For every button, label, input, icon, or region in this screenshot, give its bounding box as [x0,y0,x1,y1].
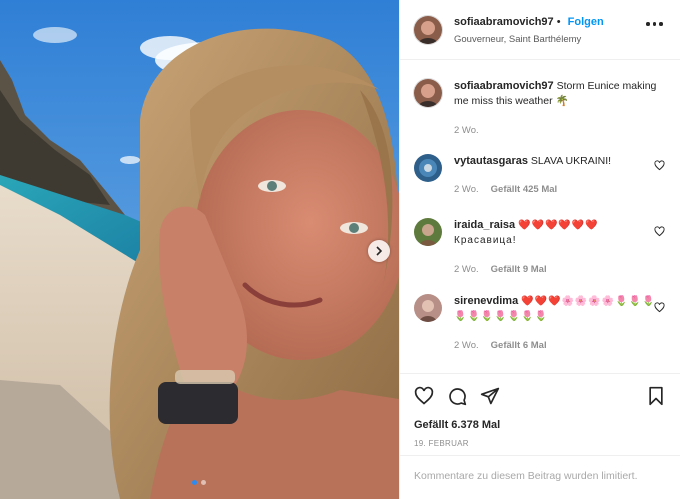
comment-username[interactable]: vytautasgaras [454,155,528,167]
post-window: sofiaabramovich97 • Folgen Gouverneur, S… [0,0,680,499]
post-caption: sofiaabramovich97 Storm Eunice making me… [414,77,674,157]
heart-icon[interactable] [654,160,665,171]
next-image-button[interactable] [368,240,390,262]
post-actions: Gefällt 6.378 Mal 19. FEBRUAR [400,373,680,463]
post-side-panel: sofiaabramovich97 • Folgen Gouverneur, S… [399,0,680,499]
comment-likes[interactable]: Gefällt 9 Mal [491,264,547,275]
author-avatar[interactable] [414,79,442,107]
comment-time[interactable]: 2 Wo. [454,184,479,195]
comment-item: iraida_raisa ❤️❤️❤️❤️❤️❤️ Красавица! 2 W… [414,216,674,286]
comment-likes[interactable]: Gefällt 6 Mal [491,340,547,351]
post-photo [0,0,399,499]
post-likes[interactable]: Gefällt 6.378 Mal [414,419,500,431]
carousel-indicator [192,480,206,485]
comment-icon[interactable] [447,386,467,406]
caption-username[interactable]: sofiaabramovich97 [454,80,554,92]
commenter-avatar[interactable] [414,218,442,246]
share-icon[interactable] [480,386,500,406]
comment-username[interactable]: sirenevdima [454,295,518,307]
author-username[interactable]: sofiaabramovich97 [454,16,554,28]
chevron-right-icon [376,246,383,256]
comment-item: vytautasgaras SLAVA UKRAINI! 2 Wo. Gefäll… [414,152,674,212]
heart-icon[interactable] [654,302,665,313]
comments-limited-notice: Kommentare zu diesem Beitrag wurden limi… [400,455,680,499]
heart-icon[interactable] [414,386,434,406]
comment-time[interactable]: 2 Wo. [454,264,479,275]
carousel-dot [201,480,206,485]
comment-text: SLAVA UKRAINI! [530,155,612,167]
comments-limited-text: Kommentare zu diesem Beitrag wurden limi… [414,470,638,482]
commenter-avatar[interactable] [414,154,442,182]
bookmark-icon[interactable] [647,386,665,406]
post-header: sofiaabramovich97 • Folgen Gouverneur, S… [400,0,680,60]
comments-list: sofiaabramovich97 Storm Eunice making me… [400,60,680,373]
comment-likes[interactable]: Gefällt 425 Mal [491,184,558,195]
post-location[interactable]: Gouverneur, Saint Barthélemy [454,34,581,45]
heart-icon[interactable] [654,226,665,237]
selfie-photo [0,0,399,499]
comment-item: sirenevdima ❤️❤️❤️🌸🌸🌸🌸🌷🌷🌷🌷🌷🌷🌷🌷🌷🌷 2 Wo. Ge… [414,292,674,362]
caption-time[interactable]: 2 Wo. [454,123,479,138]
follow-button[interactable]: Folgen [568,16,604,28]
comment-time[interactable]: 2 Wo. [454,340,479,351]
commenter-avatar[interactable] [414,294,442,322]
author-avatar[interactable] [414,16,442,44]
post-date: 19. FEBRUAR [414,439,469,448]
comment-username[interactable]: iraida_raisa [454,219,515,231]
more-icon[interactable] [646,22,663,26]
carousel-dot [192,480,197,485]
